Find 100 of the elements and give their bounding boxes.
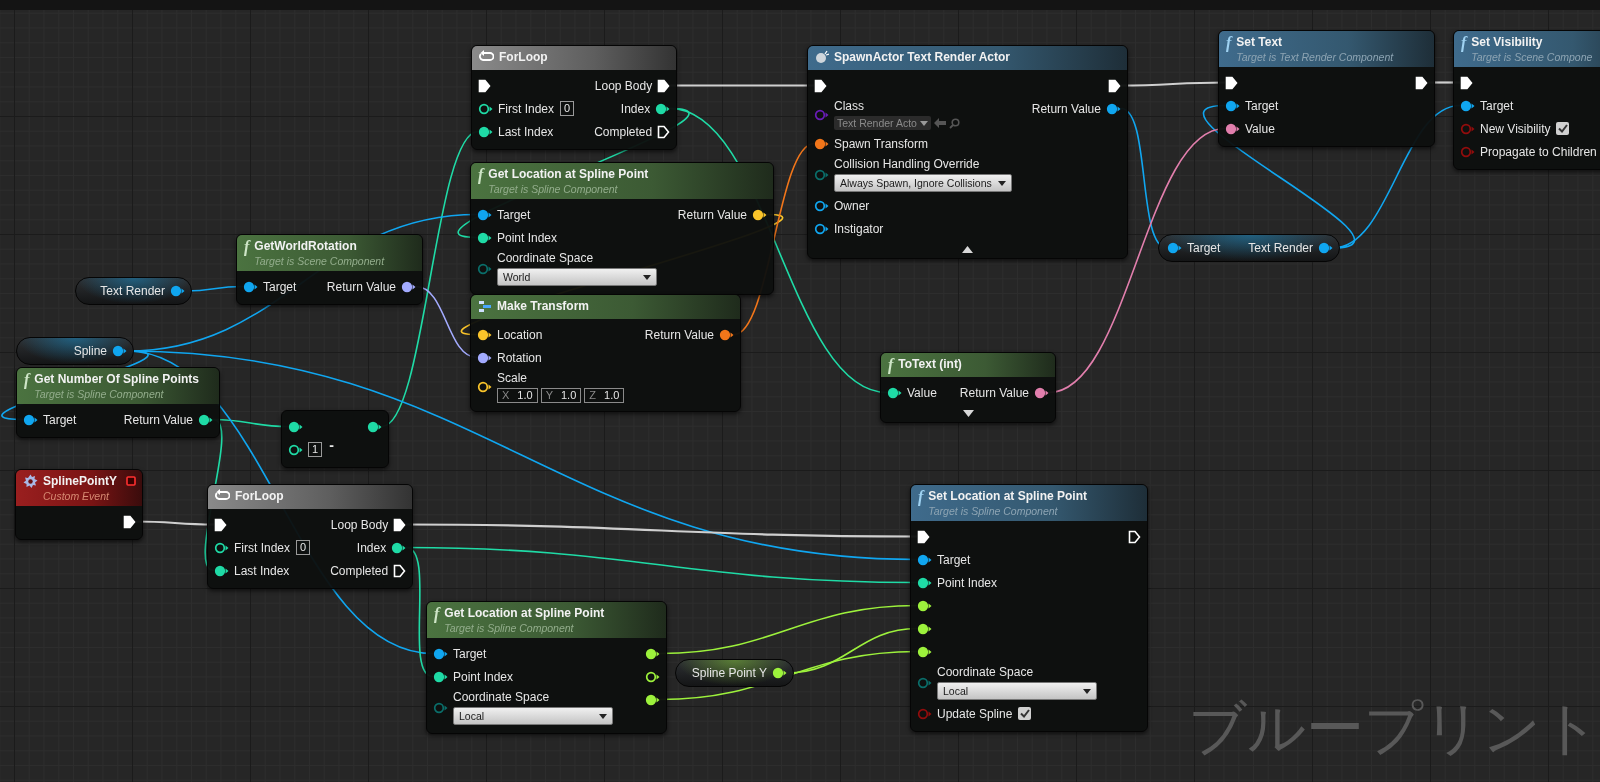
data-pin-icon[interactable]	[917, 576, 932, 589]
data-pin-icon[interactable]	[477, 381, 492, 393]
checkbox[interactable]	[1556, 122, 1570, 135]
data-pin-icon[interactable]	[1318, 242, 1333, 254]
exec-pin-icon[interactable]	[657, 78, 671, 93]
vector-component-field[interactable]: Z 1.0	[584, 388, 625, 403]
variable-node[interactable]: Target Text Render	[1158, 234, 1340, 262]
delegate-pin-icon[interactable]	[126, 476, 136, 486]
data-pin-icon[interactable]	[391, 541, 407, 554]
blueprint-node[interactable]: ForLoop First Index 0 Last Index Loop Body Index Completed	[207, 484, 414, 589]
variable-node[interactable]: Text Render	[75, 277, 192, 305]
data-pin-icon[interactable]	[477, 208, 492, 221]
data-pin-icon[interactable]	[752, 208, 767, 221]
collapse-arrow-icon[interactable]	[961, 246, 973, 253]
exec-pin-icon[interactable]	[1460, 75, 1473, 90]
blueprint-node[interactable]: f Get Location at Spline Point Target is Spline Component Target Point Index Coordinate Space Local	[426, 601, 667, 734]
exec-pin-icon[interactable]	[1415, 75, 1428, 90]
data-pin-icon[interactable]	[433, 670, 448, 683]
blueprint-node[interactable]: f GetWorldRotation Target is Scene Component Target Return Value	[236, 234, 423, 305]
vector-component-field[interactable]: Y 1.0	[540, 388, 582, 403]
data-pin-icon[interactable]	[887, 386, 902, 399]
checkbox[interactable]	[1018, 707, 1032, 720]
data-pin-icon[interactable]	[477, 231, 492, 244]
data-pin-icon[interactable]	[917, 645, 932, 658]
blueprint-node[interactable]: f Set Text Target is Text Render Component Target Value	[1218, 30, 1435, 147]
data-pin-icon[interactable]	[478, 125, 493, 138]
variable-node[interactable]: Spline Point Y	[675, 659, 794, 687]
node-header[interactable]: f Get Location at Spline Point Target is Spline Component	[471, 163, 773, 199]
data-pin-icon[interactable]	[1167, 242, 1182, 254]
data-pin-icon[interactable]	[1034, 386, 1049, 399]
back-arrow-icon[interactable]	[933, 118, 946, 128]
data-pin-icon[interactable]	[917, 599, 932, 612]
data-pin-icon[interactable]	[1460, 99, 1475, 112]
data-pin-icon[interactable]	[433, 647, 448, 660]
exec-pin-icon[interactable]	[814, 78, 827, 93]
data-pin-icon[interactable]	[645, 647, 660, 660]
node-header[interactable]: f Get Number Of Spline Points Target is Spline Component	[17, 368, 219, 404]
data-pin-icon[interactable]	[917, 553, 932, 566]
blueprint-node[interactable]: SpawnActor Text Render Actor Class Text Render Acto Spawn Transform Collision Handling Override Always Spawn, Ignore Collisions Owner Instigator Return Value	[807, 45, 1128, 259]
data-pin-icon[interactable]	[477, 351, 492, 364]
blueprint-node[interactable]: SplinePointY Custom Event	[15, 469, 143, 540]
blueprint-node[interactable]: f Set Location at Spline Point Target is Spline Component Target Point Index Coordinate Space Local Update Spline	[910, 484, 1148, 732]
node-header[interactable]: ForLoop	[208, 485, 413, 509]
exec-pin-icon[interactable]	[1107, 78, 1121, 93]
data-pin-icon[interactable]	[814, 199, 829, 212]
data-pin-icon[interactable]	[917, 622, 932, 635]
node-header[interactable]: f Get Location at Spline Point Target is Spline Component	[427, 602, 666, 638]
value-field[interactable]: 1	[308, 442, 323, 457]
node-header[interactable]: f Set Text Target is Text Render Component	[1219, 31, 1434, 67]
data-pin-icon[interactable]	[288, 443, 303, 456]
exec-pin-icon[interactable]	[393, 563, 407, 578]
blueprint-node[interactable]: f Get Location at Spline Point Target is Spline Component Target Point Index Coordinate Space World Return Value	[470, 162, 774, 295]
data-pin-icon[interactable]	[401, 280, 416, 293]
data-pin-icon[interactable]	[645, 693, 660, 706]
exec-pin-icon[interactable]	[917, 529, 930, 544]
data-pin-icon[interactable]	[477, 328, 492, 341]
data-pin-icon[interactable]	[214, 541, 229, 554]
node-header[interactable]: Make Transform	[471, 295, 740, 319]
blueprint-node[interactable]: 1 -	[281, 410, 389, 468]
data-pin-icon[interactable]	[288, 420, 303, 433]
value-field[interactable]: 0	[296, 540, 311, 555]
exec-pin-icon[interactable]	[1225, 75, 1238, 90]
data-pin-icon[interactable]	[772, 667, 787, 679]
data-pin-icon[interactable]	[1105, 102, 1121, 115]
data-pin-icon[interactable]	[1225, 99, 1240, 112]
search-icon[interactable]	[948, 117, 960, 129]
node-header[interactable]: SplinePointY Custom Event	[16, 470, 142, 506]
blueprint-node[interactable]: f Set Visibility Target is Scene Compone Target New Visibility Propagate to Children	[1453, 30, 1600, 170]
blueprint-node[interactable]: f Get Number Of Spline Points Target is Spline Component Target Return Value	[16, 367, 220, 438]
dropdown[interactable]: World	[497, 268, 657, 286]
data-pin-icon[interactable]	[112, 345, 127, 357]
exec-pin-icon[interactable]	[393, 517, 407, 532]
exec-pin-icon[interactable]	[123, 514, 136, 529]
expand-arrow-icon[interactable]	[962, 410, 974, 417]
data-pin-icon[interactable]	[655, 102, 671, 115]
class-dropdown[interactable]: Text Render Acto	[834, 116, 931, 130]
node-header[interactable]: SpawnActor Text Render Actor	[808, 46, 1127, 70]
data-pin-icon[interactable]	[814, 222, 829, 235]
data-pin-icon[interactable]	[243, 280, 258, 293]
exec-pin-icon[interactable]	[214, 517, 227, 532]
node-header[interactable]: f Set Location at Spline Point Target is Spline Component	[911, 485, 1147, 521]
blueprint-node[interactable]: f ToText (int) Value Return Value	[880, 352, 1056, 423]
vector-component-field[interactable]: X 1.0	[497, 388, 538, 403]
exec-pin-icon[interactable]	[657, 124, 671, 139]
data-pin-icon[interactable]	[214, 564, 229, 577]
data-pin-icon[interactable]	[719, 328, 734, 341]
dropdown[interactable]: Always Spawn, Ignore Collisions	[834, 174, 1012, 192]
node-header[interactable]: f ToText (int)	[881, 353, 1055, 377]
node-header[interactable]: f Set Visibility Target is Scene Compone	[1454, 31, 1600, 67]
blueprint-node[interactable]: Make Transform Location Rotation Scale X 1.0 Y 1.0 Z 1.0 Return Value	[470, 294, 741, 412]
data-pin-icon[interactable]	[645, 670, 660, 683]
node-header[interactable]: ForLoop	[472, 46, 677, 70]
data-pin-icon[interactable]	[1225, 122, 1240, 135]
variable-node[interactable]: Spline	[16, 337, 134, 365]
blueprint-node[interactable]: ForLoop First Index 0 Last Index Loop Body Index Completed	[471, 45, 678, 150]
data-pin-icon[interactable]	[198, 413, 213, 426]
data-pin-icon[interactable]	[814, 137, 829, 150]
exec-pin-icon[interactable]	[478, 78, 491, 93]
dropdown[interactable]: Local	[453, 707, 613, 725]
data-pin-icon[interactable]	[170, 285, 185, 297]
